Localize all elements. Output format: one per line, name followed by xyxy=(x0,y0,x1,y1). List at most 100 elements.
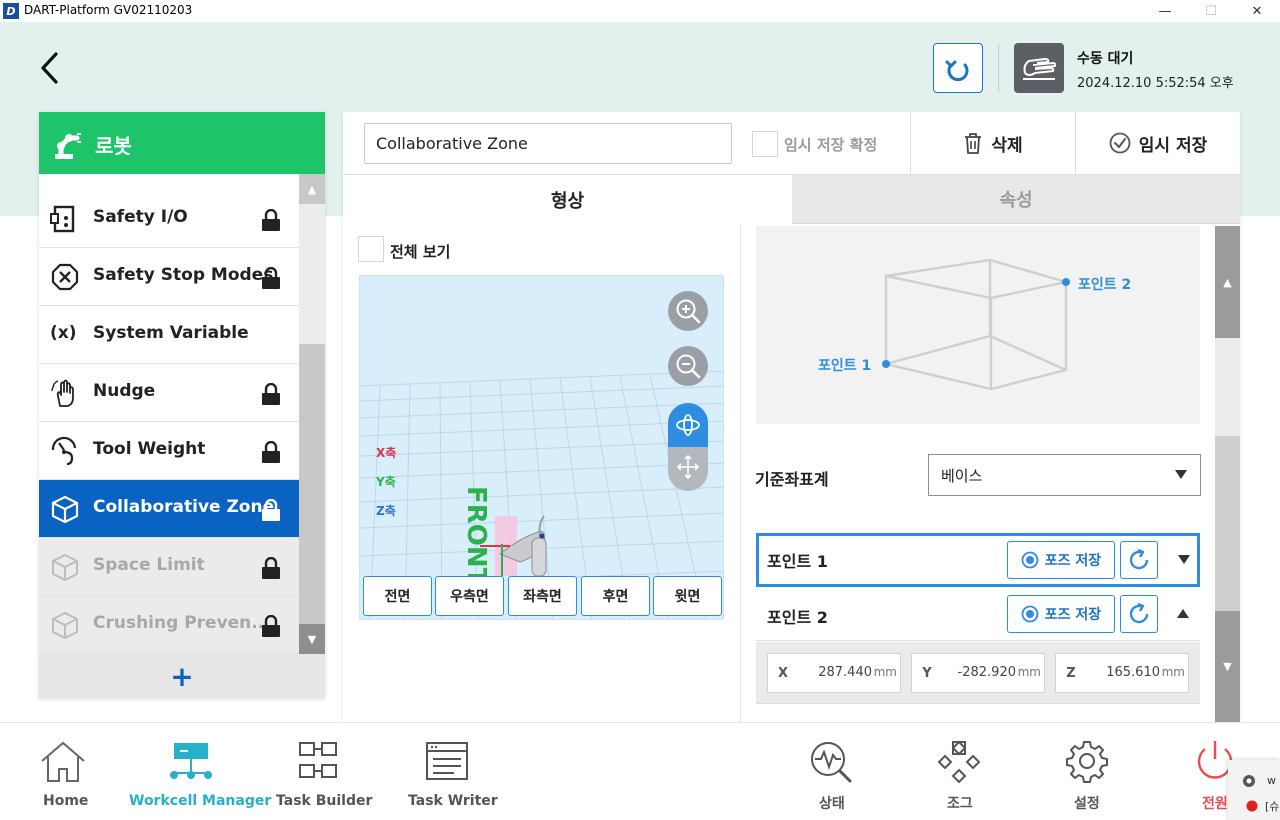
zoom-in-button[interactable] xyxy=(668,291,708,331)
point1-reset-button[interactable] xyxy=(1120,541,1158,579)
point1-row[interactable]: 포인트 1 포즈 저장 xyxy=(756,533,1200,587)
popup-line2: [슈 xyxy=(1265,800,1280,813)
front-label: FRONT xyxy=(461,486,491,586)
point2-row[interactable]: 포인트 2 포즈 저장 xyxy=(756,587,1200,641)
sidebar-item-crushing-prevention[interactable]: Crushing Preven... xyxy=(39,596,299,654)
3d-viewport[interactable]: FRONT X축 Y축 Z축 전면 우측면 좌측면 후면 윗면 xyxy=(359,275,724,620)
scroll-down-arrow-icon[interactable]: ▼ xyxy=(299,624,325,654)
point2-y-field[interactable]: Y -282.920 mm xyxy=(911,653,1045,693)
robot-arm-icon xyxy=(55,133,81,159)
sidebar-item-collaborative-zone[interactable]: Collaborative Zone xyxy=(39,480,299,538)
point2-z-field[interactable]: Z 165.610 mm xyxy=(1055,653,1189,693)
zone-name-input[interactable] xyxy=(364,123,732,164)
point1-save-pose-button[interactable]: 포즈 저장 xyxy=(1007,541,1115,579)
temp-save-confirm-label: 임시 저장 확정 xyxy=(784,136,878,154)
nav-task-builder-label: Task Builder xyxy=(276,793,373,809)
sidebar-item-system-variable[interactable]: (x) System Variable xyxy=(39,306,299,364)
point2-save-pose-button[interactable]: 포즈 저장 xyxy=(1007,595,1115,633)
zoom-out-button[interactable] xyxy=(668,346,708,386)
temp-save-label: 임시 저장 xyxy=(1138,135,1208,156)
notification-popup[interactable]: w [슈 xyxy=(1228,760,1280,820)
robot-status-time: 2024.12.10 5:52:54 오후 xyxy=(1077,76,1234,91)
reference-frame-select[interactable]: 베이스 xyxy=(928,454,1201,496)
view-right-button[interactable]: 우측면 xyxy=(435,576,504,616)
jog-icon xyxy=(937,740,981,784)
sidebar-item-space-limit[interactable]: Space Limit xyxy=(39,538,299,596)
delete-button[interactable]: 삭제 xyxy=(911,112,1075,174)
nav-status[interactable]: 상태 xyxy=(804,723,860,820)
minimize-button[interactable]: — xyxy=(1142,0,1188,22)
back-arrow-icon[interactable] xyxy=(36,50,66,86)
sidebar-scrollbar[interactable]: ▲ ▼ xyxy=(299,174,325,654)
unit-label: mm xyxy=(1161,665,1185,679)
orbit-button[interactable] xyxy=(668,403,708,447)
chevron-up-icon[interactable] xyxy=(1177,609,1189,618)
diagram-point2-label: 포인트 2 xyxy=(1078,277,1132,293)
nav-settings[interactable]: 설정 xyxy=(1060,723,1116,820)
full-view-label: 전체 보기 xyxy=(390,243,451,261)
full-view-checkbox[interactable] xyxy=(358,236,384,262)
tab-shape[interactable]: 형상 xyxy=(343,174,792,224)
undo-icon xyxy=(945,60,969,82)
scroll-up-arrow-icon[interactable]: ▲ xyxy=(1215,226,1240,338)
sidebar-item-label: Space Limit xyxy=(93,555,205,575)
scroll-down-arrow-icon[interactable]: ▼ xyxy=(1215,611,1240,722)
zoom-out-icon xyxy=(676,354,701,379)
sidebar-item-nudge[interactable]: Nudge xyxy=(39,364,299,422)
divider xyxy=(740,224,741,722)
view-front-button[interactable]: 전면 xyxy=(363,576,432,616)
task-builder-icon xyxy=(299,742,337,778)
y-axis-tag: Y xyxy=(922,665,932,681)
tool-weight-icon xyxy=(51,436,77,466)
nav-workcell-manager[interactable]: Workcell Manager xyxy=(126,723,271,820)
stop-mode-icon xyxy=(51,263,79,291)
workcell-manager-icon xyxy=(170,743,212,779)
popup-line1: w xyxy=(1267,774,1276,787)
maximize-button[interactable]: ☐ xyxy=(1188,0,1234,22)
point2-x-field[interactable]: X 287.440 mm xyxy=(767,653,901,693)
nav-jog[interactable]: 조그 xyxy=(932,723,988,820)
title-bar: D DART-Platform GV02110203 — ☐ ✕ xyxy=(0,0,1280,22)
chevron-down-icon[interactable] xyxy=(1178,555,1190,564)
view-top-button[interactable]: 윗면 xyxy=(653,576,722,616)
close-button[interactable]: ✕ xyxy=(1234,0,1280,22)
editor-scroll-thumb[interactable] xyxy=(1215,436,1240,611)
nav-task-builder[interactable]: Task Builder xyxy=(272,723,372,820)
sidebar-scroll-thumb[interactable] xyxy=(299,344,325,624)
point2-coordinates: X 287.440 mm Y -282.920 mm Z 165.610 mm xyxy=(756,642,1200,704)
pan-icon[interactable] xyxy=(676,453,700,481)
undo-button[interactable] xyxy=(933,43,983,93)
refresh-icon xyxy=(1129,602,1149,624)
radio-dot-icon xyxy=(1021,551,1039,569)
safety-io-icon xyxy=(50,205,75,233)
orbit-icon xyxy=(676,414,700,436)
unit-label: mm xyxy=(1017,665,1041,679)
sidebar-item-safety-stop-modes[interactable]: Safety Stop Modes xyxy=(39,248,299,306)
sidebar-item-safety-io[interactable]: Safety I/O xyxy=(39,190,299,248)
refresh-icon xyxy=(1129,548,1149,570)
lock-icon xyxy=(262,615,280,637)
tab-properties[interactable]: 속성 xyxy=(792,174,1240,224)
temp-save-confirm-checkbox[interactable] xyxy=(752,131,778,157)
nav-task-writer[interactable]: Task Writer xyxy=(404,723,498,820)
cube-icon xyxy=(52,554,78,581)
point2-x-value: 287.440 xyxy=(818,665,872,680)
sidebar-item-label: System Variable xyxy=(93,323,249,343)
reference-frame-label: 기준좌표계 xyxy=(755,470,829,489)
scroll-up-arrow-icon[interactable]: ▲ xyxy=(299,174,325,204)
radio-dot-icon xyxy=(1021,605,1039,623)
record-dot-icon xyxy=(1246,800,1258,812)
home-icon xyxy=(41,741,85,782)
point2-reset-button[interactable] xyxy=(1120,595,1158,633)
temp-save-button[interactable]: 임시 저장 xyxy=(1076,112,1240,174)
add-item-button[interactable]: + xyxy=(39,654,325,698)
sidebar-item-tool-weight[interactable]: Tool Weight xyxy=(39,422,299,480)
nav-home[interactable]: Home xyxy=(30,723,100,820)
view-back-button[interactable]: 후면 xyxy=(581,576,650,616)
editor-scrollbar[interactable]: ▲ ▼ xyxy=(1215,226,1240,722)
point1-save-pose-label: 포즈 저장 xyxy=(1044,553,1102,569)
nav-settings-label: 설정 xyxy=(1074,796,1100,812)
nav-status-label: 상태 xyxy=(819,796,845,812)
view-left-button[interactable]: 좌측면 xyxy=(508,576,577,616)
lock-icon xyxy=(262,557,280,579)
